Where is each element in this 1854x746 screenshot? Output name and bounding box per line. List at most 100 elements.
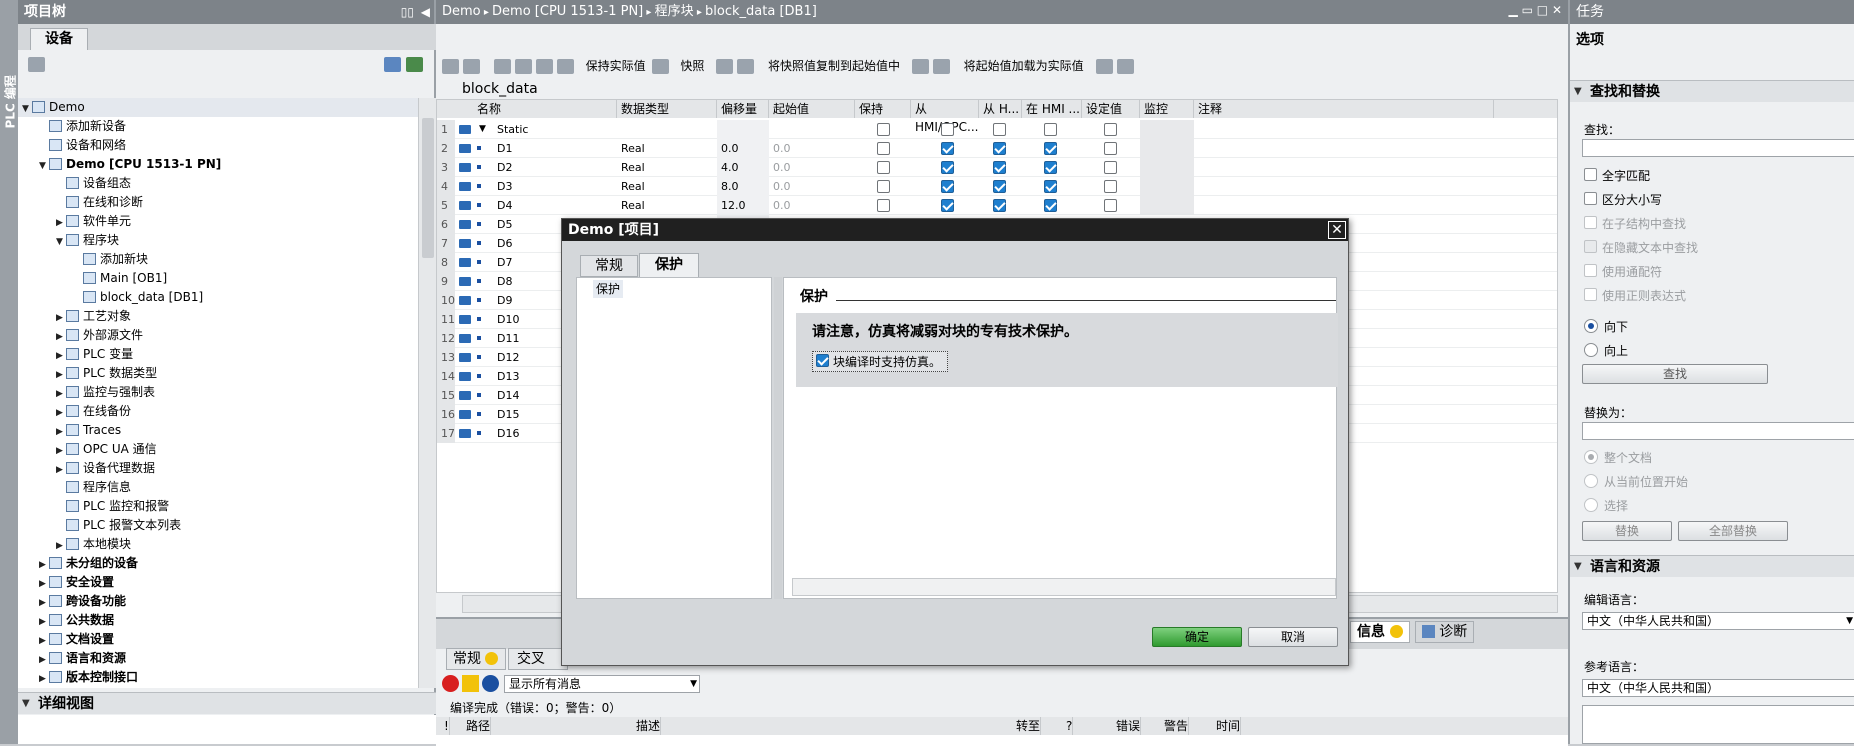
tab-general[interactable]: 常规	[446, 648, 506, 670]
cell-checkbox[interactable]	[941, 199, 954, 212]
cell-offset[interactable]: 8.0	[717, 177, 769, 196]
tree-item[interactable]: ▶ 跨设备功能	[18, 592, 418, 611]
cell-checkbox[interactable]	[1104, 123, 1117, 136]
info-filter-icon[interactable]	[482, 675, 499, 692]
cell-offset[interactable]: 0.0	[717, 139, 769, 158]
cell-checkbox[interactable]	[1104, 161, 1117, 174]
message-column-header[interactable]: 路径	[462, 717, 492, 735]
cell-type[interactable]: Real	[617, 177, 645, 196]
message-column-header[interactable]: !	[440, 717, 450, 735]
tree-item[interactable]: ▶ Traces	[18, 421, 418, 440]
tool-icon-11[interactable]	[1116, 59, 1134, 74]
whole-word-checkbox[interactable]	[1584, 168, 1597, 181]
detail-view-header[interactable]: 详细视图	[18, 692, 436, 715]
cell-checkbox[interactable]	[993, 161, 1006, 174]
in-sub-checkbox[interactable]	[1584, 216, 1597, 229]
tab-info[interactable]: 信息	[1350, 621, 1410, 643]
language-header[interactable]: 语言和资源	[1570, 555, 1854, 578]
nav-item-protection[interactable]: 保护	[593, 280, 624, 298]
tree-item[interactable]: 程序信息	[18, 478, 418, 497]
close-icon[interactable]: ✕	[1552, 3, 1562, 17]
breadcrumb-item[interactable]: Demo [CPU 1513-1 PN]	[492, 4, 643, 19]
replace-all-button[interactable]: 全部替换	[1678, 521, 1788, 541]
direction-down-radio[interactable]	[1584, 319, 1598, 333]
tree-item[interactable]: ▶ 语言和资源	[18, 649, 418, 668]
cell-name[interactable]: D2	[493, 158, 613, 177]
tree-item[interactable]: ▶ 文档设置	[18, 630, 418, 649]
tree-scrollbar[interactable]	[418, 98, 436, 688]
simulation-checkbox[interactable]	[816, 354, 829, 367]
tree-item[interactable]: 添加新设备	[18, 117, 418, 136]
insert-row-icon[interactable]	[442, 59, 459, 74]
simulation-checkbox-row[interactable]: 块编译时支持仿真。	[812, 351, 949, 372]
tree-item[interactable]: ▶ 本地模块	[18, 535, 418, 554]
tab-diagnostics[interactable]: 诊断	[1414, 621, 1475, 643]
tree-item[interactable]: ▶ 监控与强制表	[18, 383, 418, 402]
cell-checkbox[interactable]	[1044, 142, 1057, 155]
table-row[interactable]: 4 D3 Real 8.0 0.0	[437, 177, 1557, 196]
side-tab-label[interactable]: PLC 编程	[2, 75, 19, 128]
tree-item[interactable]: ▶ 设备代理数据	[18, 459, 418, 478]
tool-icon-10[interactable]	[1095, 59, 1113, 74]
in-hidden-checkbox[interactable]	[1584, 240, 1597, 253]
find-input[interactable]	[1582, 139, 1854, 157]
message-column-header[interactable]: 转至	[1012, 717, 1042, 735]
cell-checkbox[interactable]	[1104, 180, 1117, 193]
cell-start[interactable]: 0.0	[769, 177, 791, 196]
tab-devices[interactable]: 设备	[30, 28, 88, 50]
cell-start[interactable]	[769, 120, 773, 139]
cell-checkbox[interactable]	[941, 180, 954, 193]
expand-arrow-icon[interactable]: ▼	[479, 120, 486, 139]
tree-item[interactable]: ▼ Demo [CPU 1513-1 PN]	[18, 155, 418, 174]
column-header[interactable]: 注释	[1194, 100, 1494, 118]
table-row[interactable]: 3 D2 Real 4.0 0.0	[437, 158, 1557, 177]
cell-checkbox[interactable]	[993, 180, 1006, 193]
cell-checkbox[interactable]	[1104, 199, 1117, 212]
column-header[interactable]: 名称	[473, 100, 617, 118]
find-replace-header[interactable]: 查找和替换	[1570, 80, 1854, 103]
cell-checkbox[interactable]	[1104, 142, 1117, 155]
selection-radio[interactable]	[1584, 498, 1598, 512]
chevron-down-icon[interactable]: ▼	[1846, 613, 1853, 629]
expand-arrow-icon[interactable]: ▶	[39, 670, 49, 689]
match-case-checkbox[interactable]	[1584, 192, 1597, 205]
column-header[interactable]: 在 HMI ...	[1022, 100, 1082, 118]
tree-item[interactable]: ▶ 安全设置	[18, 573, 418, 592]
tree-item[interactable]: ▶ 工艺对象	[18, 307, 418, 326]
tree-item[interactable]: ▶ 外部源文件	[18, 326, 418, 345]
tool-icon-7[interactable]	[737, 59, 755, 74]
cell-checkbox[interactable]	[993, 123, 1006, 136]
column-header[interactable]: 保持	[855, 100, 911, 118]
cell-start[interactable]: 0.0	[769, 196, 791, 215]
whole-doc-radio[interactable]	[1584, 450, 1598, 464]
tree-item[interactable]: ▶ PLC 变量	[18, 345, 418, 364]
tree-item[interactable]: ▶ OPC UA 通信	[18, 440, 418, 459]
cell-checkbox[interactable]	[1044, 161, 1057, 174]
tree-item[interactable]: 设备组态	[18, 174, 418, 193]
cell-offset[interactable]	[717, 120, 769, 139]
column-header[interactable]: 从 HMI/OPC...	[911, 100, 979, 134]
tree-item[interactable]: 设备和网络	[18, 136, 418, 155]
view-icon[interactable]	[384, 57, 401, 72]
message-column-header[interactable]: ?	[1062, 717, 1074, 735]
tool-icon-4[interactable]	[556, 59, 574, 74]
tree-item[interactable]: ▶ 软件单元	[18, 212, 418, 231]
find-button[interactable]: 查找	[1582, 364, 1768, 384]
edit-lang-select[interactable]: 中文（中华人民共和国） ▼	[1582, 612, 1854, 630]
wildcards-checkbox[interactable]	[1584, 264, 1597, 277]
tree-item[interactable]: ▼ 程序块	[18, 231, 418, 250]
breadcrumb-item[interactable]: block_data [DB1]	[705, 4, 817, 19]
minimize-icon[interactable]: ▁	[1509, 3, 1518, 17]
cell-checkbox[interactable]	[993, 142, 1006, 155]
tool-icon-3[interactable]	[535, 59, 553, 74]
add-device-icon[interactable]	[28, 57, 45, 72]
cell-checkbox[interactable]	[877, 161, 890, 174]
ref-lang-select[interactable]: 中文（中华人民共和国）	[1582, 679, 1854, 697]
table-row[interactable]: 2 D1 Real 0.0 0.0	[437, 139, 1557, 158]
tree-item[interactable]: ▶ 在线备份	[18, 402, 418, 421]
regex-checkbox[interactable]	[1584, 288, 1597, 301]
cell-checkbox[interactable]	[877, 142, 890, 155]
tree-item[interactable]: ▶ PLC 数据类型	[18, 364, 418, 383]
side-tab-strip[interactable]: PLC 编程	[0, 0, 18, 744]
breadcrumb-item[interactable]: Demo	[442, 4, 481, 19]
